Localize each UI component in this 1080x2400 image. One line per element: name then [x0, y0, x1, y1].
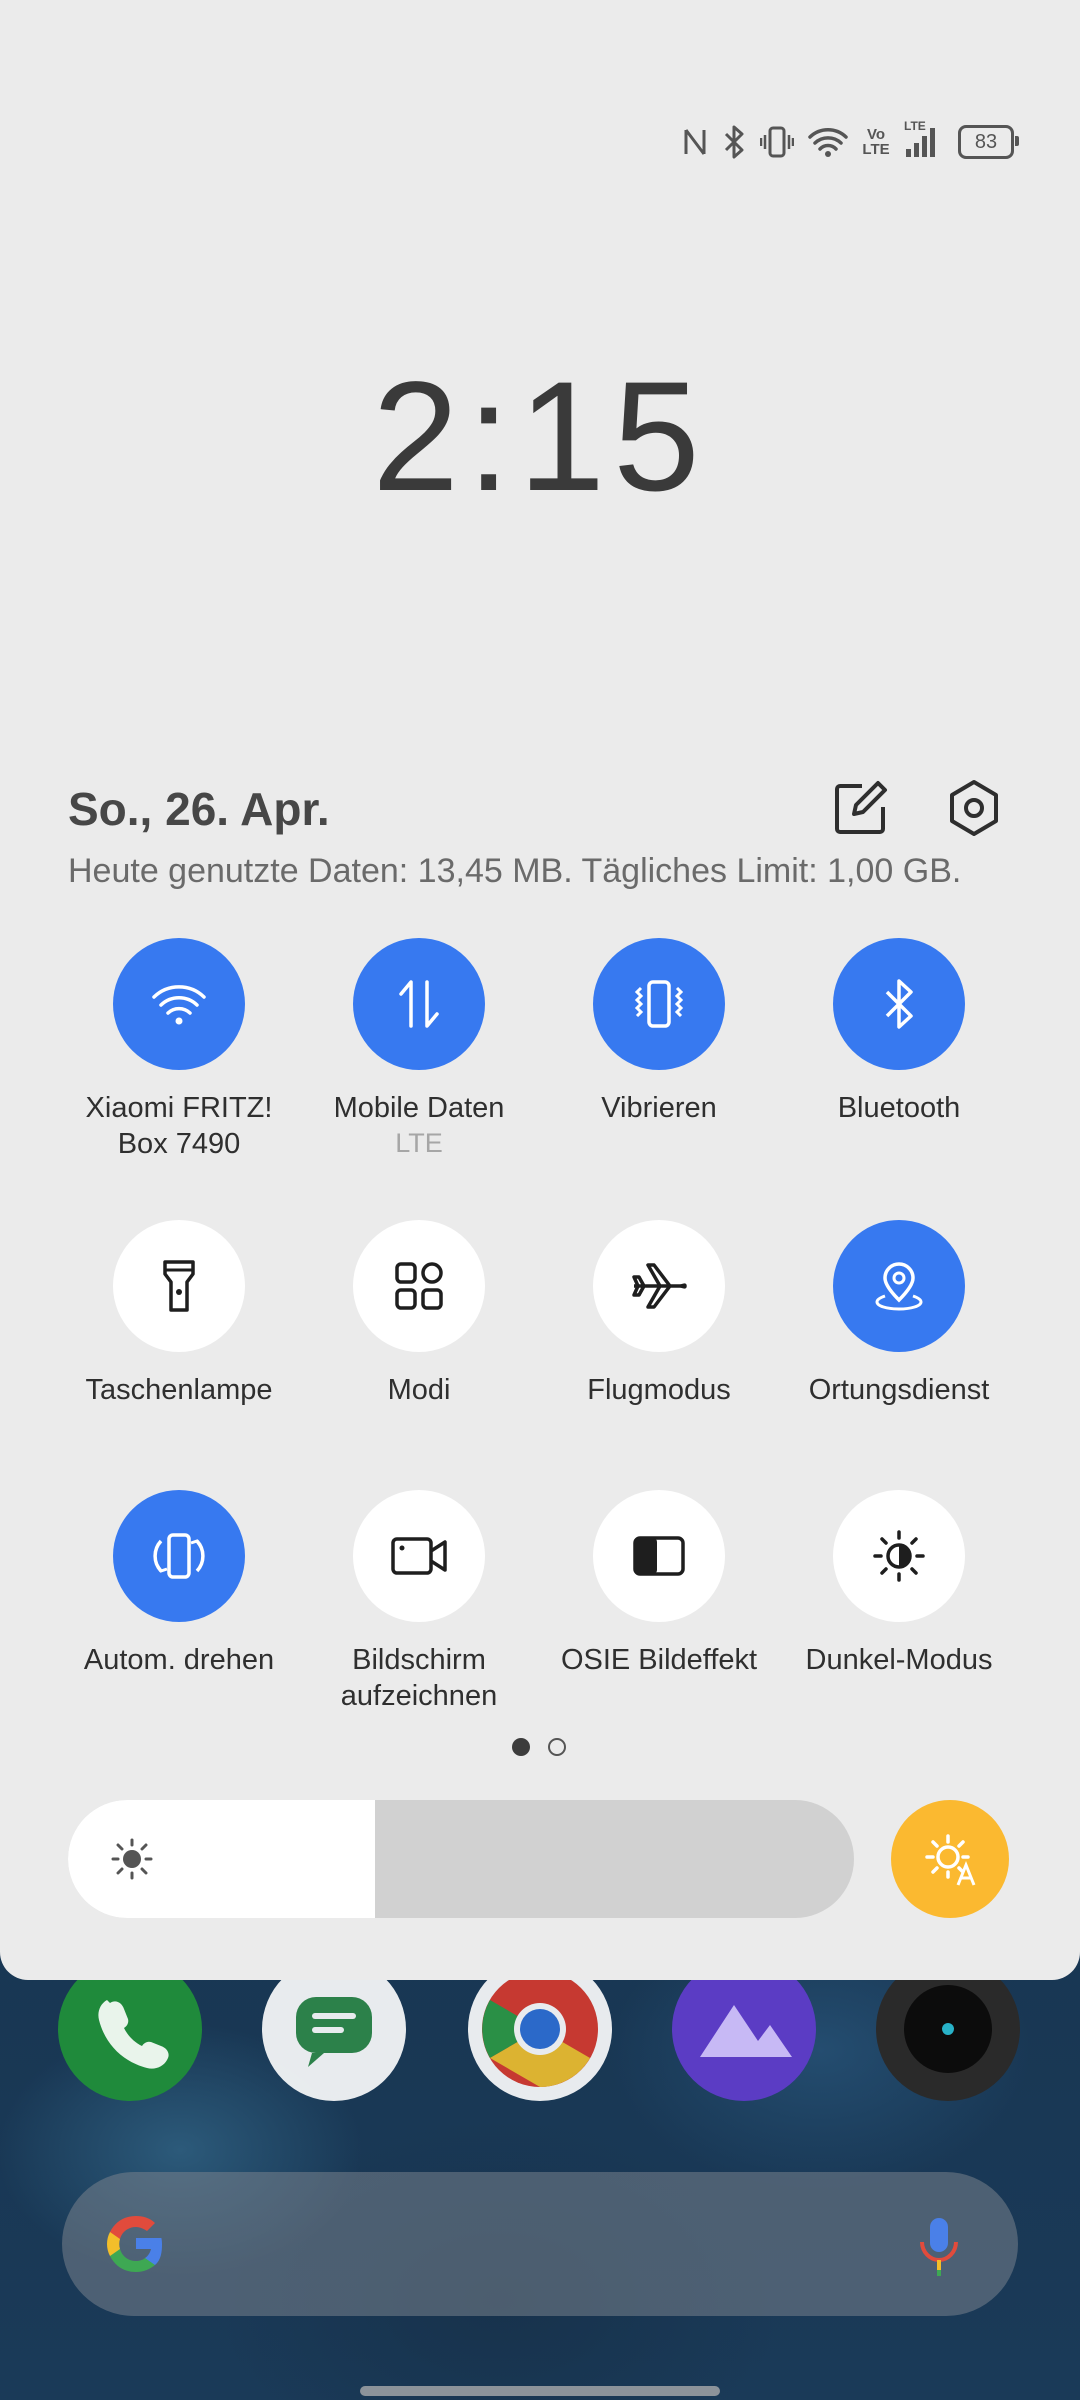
page-dot-2[interactable] [548, 1738, 566, 1756]
tile-dark-mode-toggle[interactable] [833, 1490, 965, 1622]
edit-tiles-button[interactable] [832, 780, 888, 836]
dark-mode-icon [873, 1530, 925, 1582]
tile-wifi-toggle[interactable] [113, 938, 245, 1070]
bluetooth-icon [885, 979, 913, 1029]
date-label: So., 26. Apr. [68, 783, 330, 835]
tile-label: Taschenlampe [85, 1374, 273, 1406]
tile-modes-toggle[interactable] [353, 1220, 485, 1352]
tile-location-toggle[interactable] [833, 1220, 965, 1352]
tile-screen-record-toggle[interactable] [353, 1490, 485, 1622]
tile-bluetooth-toggle[interactable] [833, 938, 965, 1070]
page-dot-1[interactable] [512, 1738, 530, 1756]
tile-bluetooth[interactable]: Bluetooth [779, 938, 1019, 1126]
edit-icon [835, 781, 887, 834]
status-bar-icons: Vo LTE LTE 83 [682, 119, 1019, 164]
auto-brightness-button[interactable] [891, 1800, 1009, 1918]
tile-modes[interactable]: Modi [299, 1220, 539, 1408]
screen-record-icon [391, 1537, 447, 1575]
brightness-slider[interactable] [68, 1800, 854, 1918]
tile-wifi[interactable]: Xiaomi FRITZ! Box 7490 [59, 938, 299, 1162]
airplane-icon [632, 1263, 687, 1309]
nfc-icon [682, 126, 708, 158]
tile-sublabel: LTE [395, 1128, 443, 1158]
tile-screen-record[interactable]: Bildschirm aufzeichnen [299, 1490, 539, 1714]
flashlight-icon [163, 1260, 195, 1312]
tile-osie-effect[interactable]: OSIE Bildeffekt [539, 1490, 779, 1678]
modes-grid-icon [395, 1262, 443, 1310]
vibrate-icon [634, 980, 684, 1028]
tile-label: Vibrieren [601, 1092, 717, 1124]
osie-effect-icon [633, 1536, 685, 1576]
tile-label: Xiaomi FRITZ! Box 7490 [85, 1092, 273, 1160]
tile-flashlight-toggle[interactable] [113, 1220, 245, 1352]
tile-flashlight[interactable]: Taschenlampe [59, 1220, 299, 1408]
page-indicator [512, 1738, 566, 1756]
bluetooth-icon [722, 125, 746, 159]
tile-location[interactable]: Ortungsdienst [779, 1220, 1019, 1408]
auto-rotate-icon [153, 1533, 205, 1579]
auto-brightness-icon [925, 1834, 976, 1886]
gear-icon [950, 780, 998, 836]
brightness-icon [111, 1838, 153, 1880]
tile-label: Bildschirm aufzeichnen [340, 1644, 498, 1712]
google-g-icon [107, 2216, 162, 2272]
settings-button[interactable] [944, 778, 1004, 838]
tile-label: Dunkel-Modus [805, 1644, 993, 1676]
quick-settings-panel: Vo LTE LTE 83 2:15 So., 26. Apr. Heute g… [0, 0, 1080, 1980]
google-search-bar[interactable] [62, 2172, 1018, 2316]
tile-label: OSIE Bildeffekt [560, 1644, 758, 1676]
tile-label: Flugmodus [587, 1374, 731, 1406]
tile-dark-mode[interactable]: Dunkel-Modus [779, 1490, 1019, 1678]
tile-mobile-data[interactable]: Mobile Daten LTE [299, 938, 539, 1160]
lte-signal-icon: LTE [904, 119, 938, 159]
tile-vibrate-toggle[interactable] [593, 938, 725, 1070]
wifi-icon [808, 126, 848, 158]
tile-label: Modi [387, 1374, 451, 1406]
wifi-icon [152, 985, 206, 1025]
battery-indicator: 83 [958, 125, 1019, 159]
volte-icon: Vo LTE [862, 126, 890, 158]
tile-mobile-data-toggle[interactable] [353, 938, 485, 1070]
tile-label: Mobile Daten [333, 1092, 505, 1124]
navigation-handle[interactable] [360, 2386, 720, 2396]
tile-label: Autom. drehen [83, 1644, 275, 1676]
tile-auto-rotate-toggle[interactable] [113, 1490, 245, 1622]
tile-label: Bluetooth [837, 1092, 961, 1124]
tile-airplane-toggle[interactable] [593, 1220, 725, 1352]
vibrate-icon [760, 125, 794, 159]
clock: 2:15 [372, 350, 708, 524]
tile-auto-rotate[interactable]: Autom. drehen [59, 1490, 299, 1678]
tile-vibrate[interactable]: Vibrieren [539, 938, 779, 1126]
microphone-icon[interactable] [916, 2214, 962, 2278]
tile-osie-effect-toggle[interactable] [593, 1490, 725, 1622]
location-icon [875, 1262, 923, 1311]
tile-airplane[interactable]: Flugmodus [539, 1220, 779, 1408]
data-usage-text: Heute genutzte Daten: 13,45 MB. Tägliche… [68, 852, 962, 890]
mobile-data-icon [399, 980, 439, 1028]
tile-label: Ortungsdienst [808, 1374, 990, 1406]
